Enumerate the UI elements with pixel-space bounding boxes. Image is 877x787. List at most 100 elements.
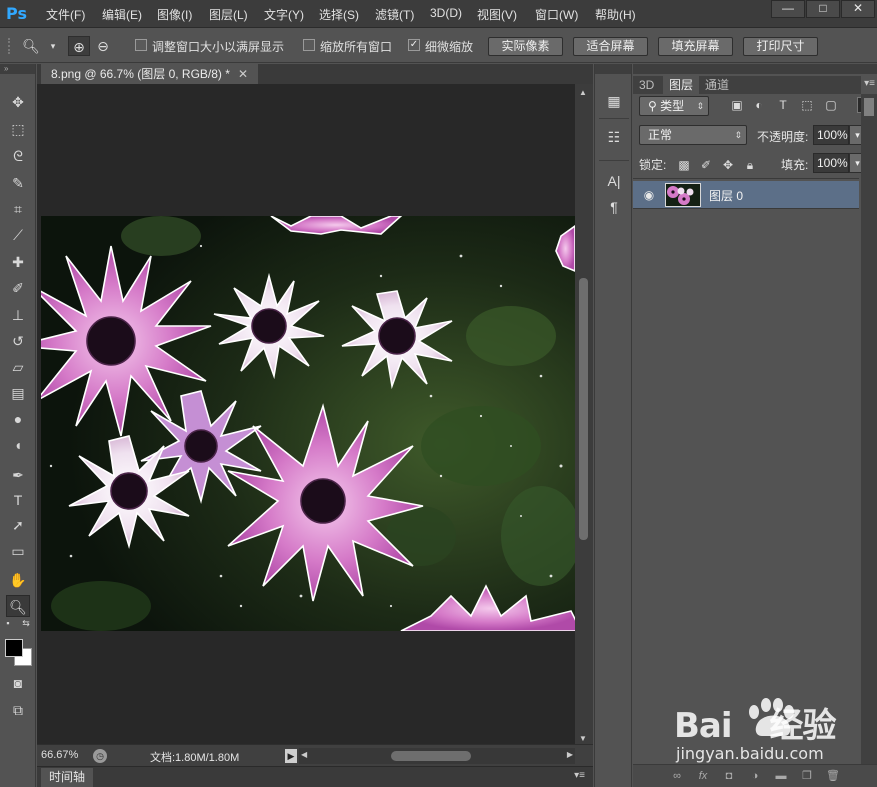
layers-panel-header[interactable] <box>633 64 877 74</box>
filter-smart-object-icon[interactable]: ▢ <box>823 97 839 113</box>
type-tool-icon[interactable]: T <box>6 489 30 511</box>
menu-3d[interactable]: 3D(D) <box>430 6 462 20</box>
image-canvas[interactable] <box>41 216 575 631</box>
actual-pixels-button[interactable]: 实际像素 <box>488 37 563 56</box>
new-group-icon[interactable]: ▬ <box>773 769 789 783</box>
scrubby-zoom-checkbox[interactable]: ✓ <box>408 39 420 51</box>
new-layer-icon[interactable]: ❐ <box>799 769 815 783</box>
zoom-out-icon[interactable]: ⊖ <box>92 36 114 56</box>
status-menu-arrow-icon[interactable]: ▶ <box>285 749 297 763</box>
pen-tool-icon[interactable]: ✒ <box>6 464 30 486</box>
menu-window[interactable]: 窗口(W) <box>535 6 578 23</box>
healing-brush-tool-icon[interactable]: ✚ <box>6 251 30 273</box>
menu-edit[interactable]: 编辑(E) <box>102 6 142 23</box>
character-panel-icon[interactable]: A| <box>601 170 627 192</box>
foreground-color-swatch[interactable] <box>5 639 23 657</box>
minimize-button[interactable]: — <box>771 0 805 18</box>
horizontal-scroll-thumb[interactable] <box>391 751 471 761</box>
delete-layer-icon[interactable]: 🗑︎ <box>825 769 841 783</box>
quick-mask-icon[interactable]: ◙ <box>6 672 30 694</box>
filter-kind-select[interactable]: ⚲ 类型 ⇕ <box>639 96 709 116</box>
lock-position-icon[interactable]: ✥ <box>721 158 735 172</box>
filter-shape-icon[interactable]: ⬚ <box>799 97 815 113</box>
options-bar-grip[interactable] <box>8 38 10 54</box>
menu-help[interactable]: 帮助(H) <box>595 6 636 23</box>
quick-selection-tool-icon[interactable]: ✎ <box>6 172 30 194</box>
scroll-up-icon[interactable]: ▲ <box>579 88 587 97</box>
zoom-all-windows-checkbox[interactable] <box>303 39 315 51</box>
adjustment-layer-icon[interactable]: ◑ <box>747 769 763 783</box>
status-info-icon[interactable]: ◷ <box>93 749 107 763</box>
dodge-tool-icon[interactable]: ◖ <box>6 434 30 456</box>
fill-field[interactable]: 100% <box>813 153 849 173</box>
scroll-right-icon[interactable]: ▶ <box>567 750 573 759</box>
document-tab[interactable]: 8.png @ 66.7% (图层 0, RGB/8) * ✕ <box>41 64 258 84</box>
zoom-tool-preset-icon[interactable]: 🔍︎ <box>20 36 42 56</box>
timeline-menu-icon[interactable]: ▾≡ <box>574 770 585 781</box>
screen-mode-icon[interactable]: ⧉ <box>6 699 30 721</box>
menu-file[interactable]: 文件(F) <box>46 6 85 23</box>
crop-tool-icon[interactable]: ⌗ <box>6 198 30 220</box>
default-colors-icon[interactable]: ▪ <box>2 617 14 629</box>
shape-tool-icon[interactable]: ▭ <box>6 540 30 562</box>
preset-dropdown-icon[interactable]: ▾ <box>42 36 64 56</box>
eyedropper-tool-icon[interactable]: ⟋ <box>6 224 30 246</box>
zoom-in-icon[interactable]: ⊕ <box>68 36 90 56</box>
lasso-tool-icon[interactable]: ᘓ <box>6 145 30 167</box>
brush-tool-icon[interactable]: ✐ <box>6 277 30 299</box>
close-button[interactable]: ✕ <box>841 0 875 18</box>
vertical-scrollbar[interactable]: ▲ ▼ <box>575 84 593 748</box>
lock-image-icon[interactable]: ✐ <box>699 158 713 172</box>
menu-select[interactable]: 选择(S) <box>319 6 359 23</box>
menu-view[interactable]: 视图(V) <box>477 6 517 23</box>
layers-panel-scrollbar[interactable] <box>861 94 877 764</box>
clone-stamp-tool-icon[interactable]: ⊥ <box>6 304 30 326</box>
horizontal-scrollbar[interactable]: ◀ ▶ <box>299 748 575 764</box>
blend-mode-select[interactable]: 正常 ⇕ <box>639 125 747 145</box>
layer-row[interactable]: ◉ 图层 0 <box>633 181 859 209</box>
zoom-level-field[interactable]: 66.67% <box>41 749 78 761</box>
print-size-button[interactable]: 打印尺寸 <box>743 37 818 56</box>
paragraph-panel-icon[interactable]: ¶ <box>601 196 627 218</box>
filter-type-icon[interactable]: T <box>775 97 791 113</box>
eye-icon[interactable]: ◉ <box>641 187 657 203</box>
lock-all-icon[interactable]: 🔒︎ <box>743 158 757 172</box>
scroll-down-icon[interactable]: ▼ <box>579 734 587 743</box>
swatches-panel-icon[interactable]: ▦ <box>601 90 627 112</box>
layers-scroll-thumb[interactable] <box>864 98 874 116</box>
vertical-scroll-thumb[interactable] <box>579 278 588 540</box>
marquee-tool-icon[interactable]: ⬚ <box>6 118 30 140</box>
add-mask-icon[interactable]: ◘ <box>721 769 737 783</box>
swap-colors-icon[interactable]: ⇆ <box>20 617 32 629</box>
fill-screen-button[interactable]: 填充屏幕 <box>658 37 733 56</box>
history-brush-tool-icon[interactable]: ↺ <box>6 330 30 352</box>
filter-pixel-icon[interactable]: ▣ <box>729 97 745 113</box>
tools-panel-header[interactable]: » <box>0 64 35 74</box>
menu-filter[interactable]: 滤镜(T) <box>375 6 414 23</box>
resize-windows-checkbox[interactable] <box>135 39 147 51</box>
fx-icon[interactable]: fx <box>695 769 711 783</box>
menu-type[interactable]: 文字(Y) <box>264 6 304 23</box>
path-selection-tool-icon[interactable]: ➚ <box>6 514 30 536</box>
tab-layers[interactable]: 图层 <box>663 76 700 94</box>
fit-screen-button[interactable]: 适合屏幕 <box>573 37 648 56</box>
layers-panel-menu-icon[interactable]: ▾≡ <box>864 78 875 89</box>
close-tab-icon[interactable]: ✕ <box>238 67 248 81</box>
hand-tool-icon[interactable]: ✋ <box>6 569 30 591</box>
lock-transparent-icon[interactable]: ▩ <box>677 158 691 172</box>
zoom-tool-icon[interactable]: 🔍︎ <box>6 595 30 617</box>
timeline-tab[interactable]: 时间轴 <box>41 768 94 787</box>
menu-layer[interactable]: 图层(L) <box>209 6 248 23</box>
filter-adjustment-icon[interactable]: ◐ <box>751 97 767 113</box>
move-tool-icon[interactable]: ✥ <box>6 91 30 113</box>
maximize-button[interactable]: □ <box>806 0 840 18</box>
link-layers-icon[interactable]: ∞ <box>669 769 685 783</box>
gradient-tool-icon[interactable]: ▤ <box>6 382 30 404</box>
eraser-tool-icon[interactable]: ▱ <box>6 356 30 378</box>
menu-image[interactable]: 图像(I) <box>157 6 192 23</box>
tab-channels[interactable]: 通道 <box>699 76 735 94</box>
opacity-field[interactable]: 100% <box>813 125 849 145</box>
dock-header[interactable] <box>595 64 631 74</box>
history-panel-icon[interactable]: ☷ <box>601 126 627 148</box>
blur-tool-icon[interactable]: ● <box>6 408 30 430</box>
